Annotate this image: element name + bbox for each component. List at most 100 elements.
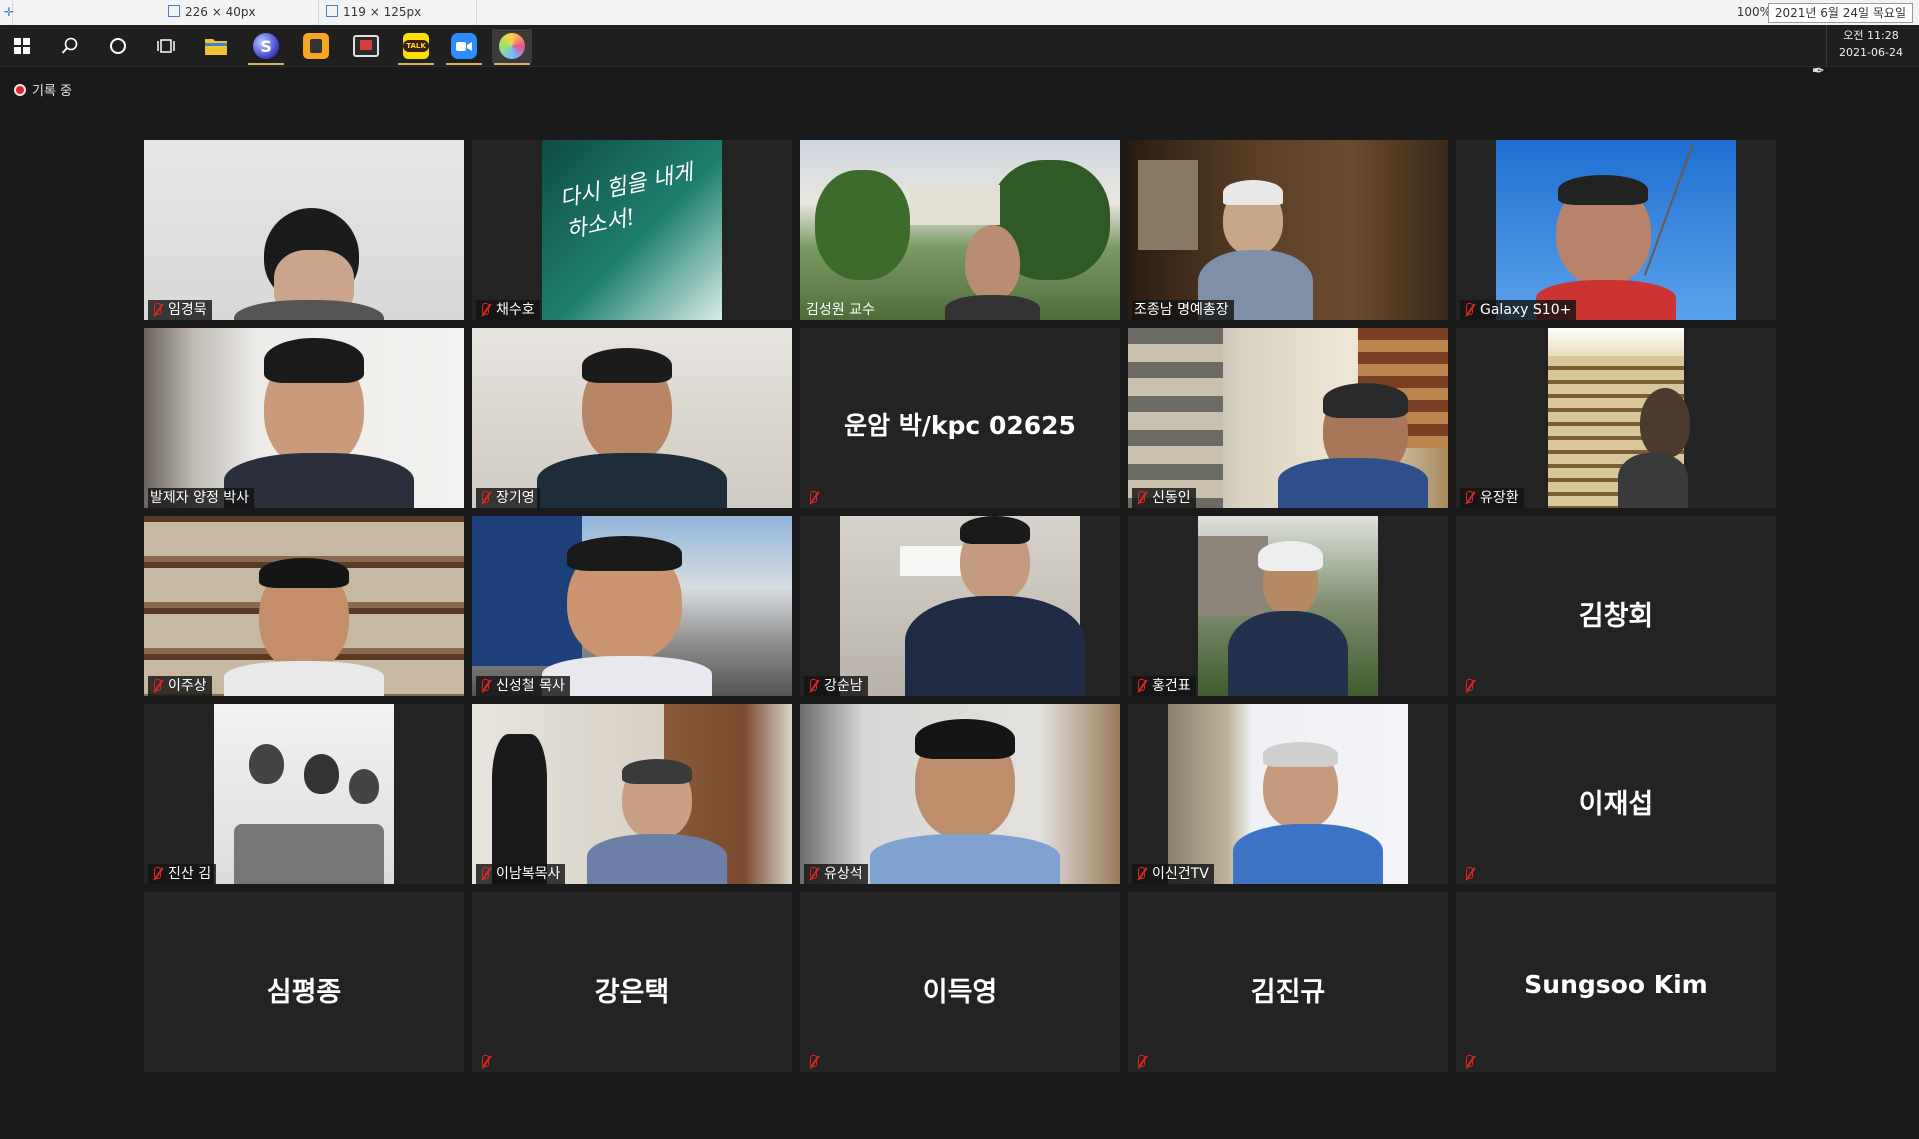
browser-s-icon[interactable]: S (246, 29, 286, 65)
participant-video (1128, 140, 1448, 320)
file-explorer-icon[interactable] (196, 29, 236, 63)
participant-tile[interactable]: 강순남 (800, 516, 1120, 696)
mic-muted-icon (1462, 1054, 1476, 1070)
participant-grid: 임경묵 다시 힘을 내게 하소서! 채수호 김성원 교수 조종남 명예총장 Ga… (144, 140, 1776, 1072)
participant-display-name: 이득영 (922, 977, 998, 1008)
participant-tile[interactable]: 이신건TV (1128, 704, 1448, 884)
app-orange-icon[interactable] (296, 29, 336, 63)
participant-tile[interactable]: 유상석 (800, 704, 1120, 884)
participant-display-name: 김창회 (1578, 601, 1654, 632)
mic-muted-icon (478, 302, 492, 318)
participant-display-name: 이재섭 (1578, 789, 1654, 820)
mic-muted-icon (478, 866, 492, 882)
pen-icon[interactable]: ✒ (1812, 61, 1825, 80)
participant-name-tag: 김성원 교수 (806, 302, 875, 318)
participant-tile-active-speaker[interactable]: 발제자 양정 박사 (144, 328, 464, 508)
crosshair-icon: ✛ (0, 0, 14, 25)
windows-start-icon[interactable] (2, 29, 42, 63)
participant-display-name: 강은택 (594, 977, 670, 1008)
participant-name-tag: 이주상 (148, 676, 212, 696)
mic-muted-icon (478, 1054, 492, 1070)
participant-display-name: 심평종 (266, 977, 342, 1008)
participant-tile[interactable]: 이남복목사 (472, 704, 792, 884)
participant-tile[interactable]: 조종남 명예총장 (1128, 140, 1448, 320)
zoom-glyph (451, 33, 477, 59)
recording-dot-icon (14, 83, 26, 96)
participant-tile[interactable]: Galaxy S10+ (1456, 140, 1776, 320)
participant-tile[interactable]: 강은택 (472, 892, 792, 1072)
participant-tile[interactable]: 김진규 (1128, 892, 1448, 1072)
selection-size-2: 119 × 125px (318, 0, 477, 25)
participant-tile[interactable]: 김창회 (1456, 516, 1776, 696)
mic-muted-icon (806, 1054, 820, 1070)
app-palette-icon[interactable] (492, 29, 532, 65)
participant-name-tag: 강순남 (804, 676, 868, 696)
cortana-icon[interactable] (98, 29, 138, 63)
info-bar: ✛ 226 × 40px 119 × 125px 100% 2021년 6월 2… (0, 0, 1919, 26)
search-icon[interactable] (50, 29, 90, 63)
participant-tile[interactable]: 신성철 목사 (472, 516, 792, 696)
participant-tile[interactable]: 신동인 (1128, 328, 1448, 508)
participant-tile[interactable]: 홍건표 (1128, 516, 1448, 696)
app-film-icon[interactable] (346, 29, 386, 63)
browser-s-glyph: S (253, 33, 279, 59)
app-palette-glyph (499, 33, 525, 59)
participant-name-tag (1460, 864, 1481, 884)
participant-tile[interactable]: 다시 힘을 내게 하소서! 채수호 (472, 140, 792, 320)
participant-name-tag: 유상석 (804, 864, 868, 884)
participant-name-tag (1460, 676, 1481, 696)
recording-indicator: 기록 중 (14, 80, 72, 99)
participant-tile[interactable]: 장기영 (472, 328, 792, 508)
mic-muted-icon (478, 678, 492, 694)
participant-name-tag: 홍건표 (1132, 676, 1196, 696)
participant-video (1128, 328, 1448, 508)
zoom-icon[interactable] (444, 29, 484, 65)
mic-muted-icon (1462, 490, 1476, 506)
mic-muted-icon (150, 678, 164, 694)
rect-icon (168, 5, 180, 17)
mic-muted-icon (478, 490, 492, 506)
participant-tile[interactable]: 이재섭 (1456, 704, 1776, 884)
participant-video: 다시 힘을 내게 하소서! (542, 140, 722, 320)
task-view-icon[interactable] (146, 29, 186, 63)
rect-icon (326, 5, 338, 17)
slogan-text: 다시 힘을 내게 하소서! (557, 160, 696, 244)
participant-name-tag: 이남복목사 (476, 864, 566, 884)
mic-muted-icon (806, 678, 820, 694)
kakaotalk-icon[interactable]: TALK (396, 29, 436, 65)
participant-video (800, 704, 1120, 884)
participant-tile[interactable]: Sungsoo Kim (1456, 892, 1776, 1072)
mic-muted-icon (1134, 1054, 1148, 1070)
participant-name-tag (1460, 1052, 1481, 1072)
participant-video (472, 516, 792, 696)
kakaotalk-glyph: TALK (403, 33, 429, 59)
participant-tile[interactable]: 김성원 교수 (800, 140, 1120, 320)
participant-tile[interactable]: 유장환 (1456, 328, 1776, 508)
participant-video (472, 328, 792, 508)
app-film-glyph (353, 35, 379, 57)
participant-video (144, 516, 464, 696)
participant-name-tag: 채수호 (476, 300, 540, 320)
taskbar: S TALK ✒ (0, 25, 1919, 80)
participant-name-tag: 유장환 (1460, 488, 1524, 508)
participant-video (1168, 704, 1408, 884)
participant-display-name: 운암 박/kpc 02625 (844, 411, 1076, 440)
participant-name-tag: 발제자 양정 박사 (148, 488, 255, 508)
participant-video (1548, 328, 1690, 508)
taskbar-divider (1826, 25, 1827, 66)
clock-date: 2021-06-24 (1839, 46, 1903, 59)
participant-tile[interactable]: 이득영 (800, 892, 1120, 1072)
participant-tile[interactable]: 이주상 (144, 516, 464, 696)
participant-display-name: 김진규 (1250, 977, 1326, 1008)
participant-name-tag (476, 1052, 497, 1072)
participant-name-tag: 조종남 명예총장 (1132, 300, 1234, 320)
participant-tile[interactable]: 심평종 (144, 892, 464, 1072)
participant-tile[interactable]: 진산 김 (144, 704, 464, 884)
participant-tile[interactable]: 운암 박/kpc 02625 (800, 328, 1120, 508)
participant-video (214, 704, 394, 884)
selection-size-1: 226 × 40px (160, 0, 319, 25)
participant-tile[interactable]: 임경묵 (144, 140, 464, 320)
mic-muted-icon (1462, 302, 1476, 318)
taskbar-clock[interactable]: 오전 11:28 2021-06-24 (1831, 27, 1911, 61)
participant-video (840, 516, 1085, 696)
